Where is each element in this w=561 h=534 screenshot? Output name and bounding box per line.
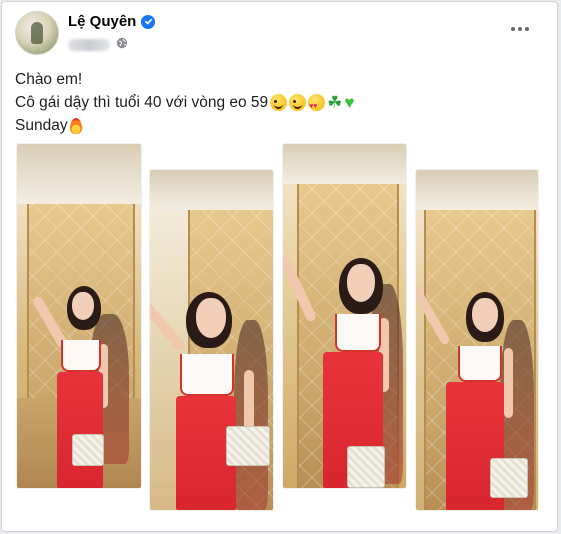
photo-1[interactable] — [17, 144, 141, 488]
more-options-button[interactable] — [505, 18, 535, 40]
fire-emoji-icon — [69, 117, 82, 134]
green-heart-emoji-icon: ♥ — [344, 93, 355, 112]
smirk-face-emoji-icon — [270, 94, 288, 111]
post-text-line-3: Sunday — [15, 117, 68, 134]
post-text: Chào em! Cô gái dậy thì tuổi 40 với vòng… — [15, 68, 355, 137]
shamrock-emoji-icon: ☘ — [327, 93, 343, 112]
author-row: Lệ Quyên — [68, 13, 156, 30]
grin-face-emoji-icon — [289, 94, 307, 111]
post-text-line-1: Chào em! — [15, 71, 83, 88]
photo-2[interactable] — [150, 170, 273, 510]
post-text-line-2: Cô gái dậy thì tuổi 40 với vòng eo 59 — [15, 94, 269, 111]
author-avatar[interactable] — [15, 11, 59, 55]
post-meta — [68, 36, 128, 54]
heart-eyes-emoji-icon — [308, 94, 326, 118]
photo-4[interactable] — [416, 170, 538, 510]
facebook-post-card: Lệ Quyên Chào em! Cô gái dậy thì tuổi 40… — [1, 1, 558, 532]
author-name[interactable]: Lệ Quyên — [68, 13, 136, 30]
more-horizontal-icon — [511, 27, 515, 31]
globe-icon[interactable] — [116, 36, 128, 54]
photo-3[interactable] — [283, 144, 406, 488]
verified-badge-icon — [141, 14, 156, 29]
post-timestamp-blurred[interactable] — [68, 39, 110, 51]
